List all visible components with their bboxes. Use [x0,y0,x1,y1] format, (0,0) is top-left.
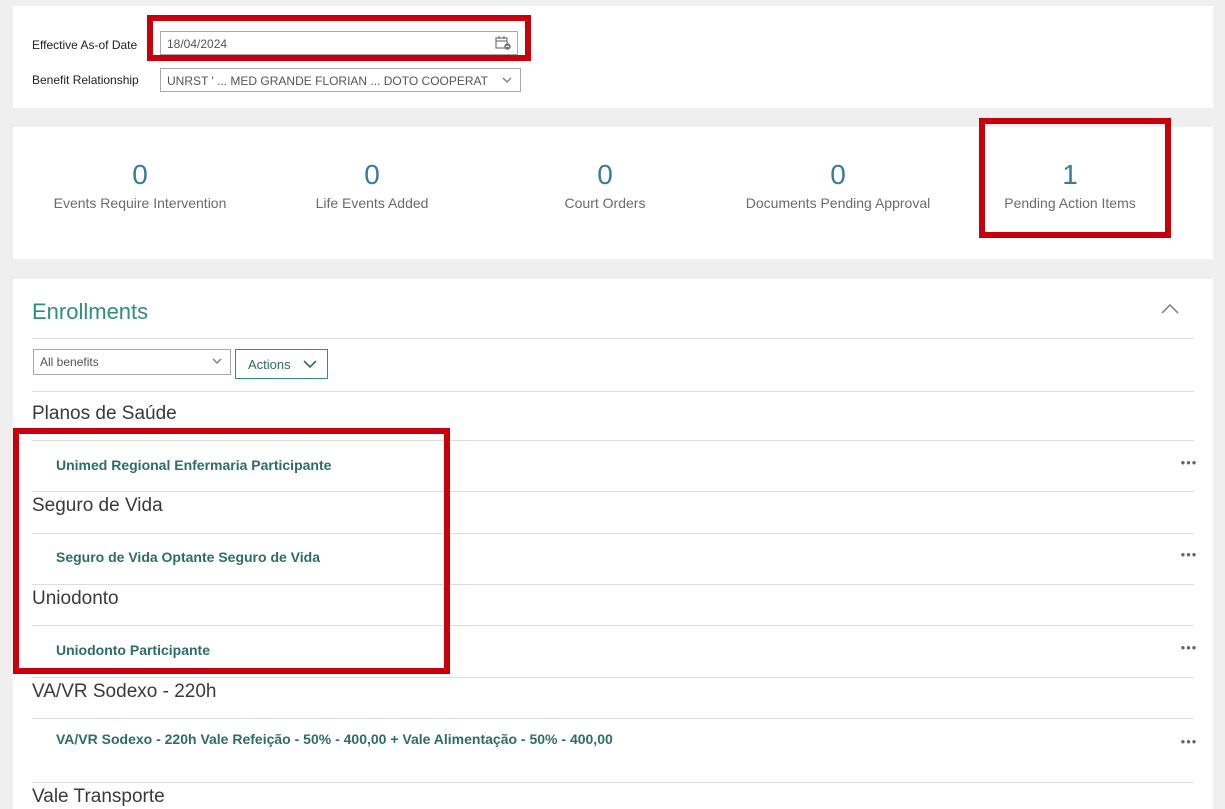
stat-life-events-added[interactable]: 0 Life Events Added [257,157,487,211]
benefits-filter-value: All benefits [40,355,99,369]
stat-value: 0 [364,159,380,190]
benefits-filter-select[interactable]: All benefits [33,349,231,375]
divider [32,584,1194,585]
group-title-uniodonto: Uniodonto [32,588,119,609]
stats-panel: 0 Events Require Intervention 0 Life Eve… [13,127,1213,259]
plan-link-va-vr-sodexo[interactable]: VA/VR Sodexo - 220h Vale Refeição - 50% … [56,729,616,749]
effective-date-value: 18/04/2024 [167,37,228,51]
stat-label: Pending Action Items [1004,195,1136,211]
benefit-relationship-label: Benefit Relationship [32,73,139,87]
stat-label: Court Orders [564,195,646,211]
more-options-icon[interactable]: ••• [1179,734,1199,749]
more-options-icon[interactable]: ••• [1179,455,1199,470]
divider [32,782,1194,783]
divider [32,533,1194,534]
calendar-icon[interactable] [495,36,511,50]
filters-panel: Effective As-of Date 18/04/2024 Benefit … [13,6,1213,108]
plan-link-unimed[interactable]: Unimed Regional Enfermaria Participante [56,455,331,475]
chevron-down-icon [303,360,317,369]
actions-label: Actions [248,357,291,372]
divider [32,338,1194,339]
plan-link-uniodonto[interactable]: Uniodonto Participante [56,640,210,660]
benefit-relationship-select[interactable]: UNRST ' ... MED GRANDE FLORIAN ... DOTO … [160,68,521,92]
group-title-va-vr-sodexo: VA/VR Sodexo - 220h [32,681,217,702]
enrollments-panel: Enrollments All benefits Actions Planos … [13,279,1213,809]
more-options-icon[interactable]: ••• [1179,640,1199,655]
chevron-up-icon[interactable] [1161,303,1179,315]
benefit-relationship-value: UNRST ' ... MED GRANDE FLORIAN ... DOTO … [167,74,488,88]
divider [32,677,1194,678]
group-title-planos-de-saude: Planos de Saúde [32,403,177,424]
divider [32,718,1194,719]
divider [32,391,1194,392]
effective-date-label: Effective As-of Date [32,38,138,52]
divider [32,440,1194,441]
stat-pending-action-items[interactable]: 1 Pending Action Items [955,157,1185,211]
chevron-down-icon [502,77,512,83]
group-title-seguro-de-vida: Seguro de Vida [32,495,163,516]
stat-label: Events Require Intervention [53,195,227,211]
chevron-down-icon [212,358,222,364]
actions-button[interactable]: Actions [235,349,328,379]
stat-value: 1 [1062,159,1078,190]
divider [32,491,1194,492]
stat-court-orders[interactable]: 0 Court Orders [490,157,720,211]
plan-link-seguro-de-vida[interactable]: Seguro de Vida Optante Seguro de Vida [56,547,320,567]
stat-label: Life Events Added [315,195,429,211]
enrollments-title: Enrollments [32,299,149,324]
stat-events-require-intervention[interactable]: 0 Events Require Intervention [25,157,255,211]
stat-value: 0 [597,159,613,190]
stat-label: Documents Pending Approval [745,195,931,211]
stat-value: 0 [132,159,148,190]
divider [32,625,1194,626]
stat-documents-pending-approval[interactable]: 0 Documents Pending Approval [723,157,953,211]
group-title-vale-transporte: Vale Transporte [32,786,165,807]
stat-value: 0 [830,159,846,190]
more-options-icon[interactable]: ••• [1179,547,1199,562]
effective-date-input[interactable]: 18/04/2024 [160,31,518,55]
